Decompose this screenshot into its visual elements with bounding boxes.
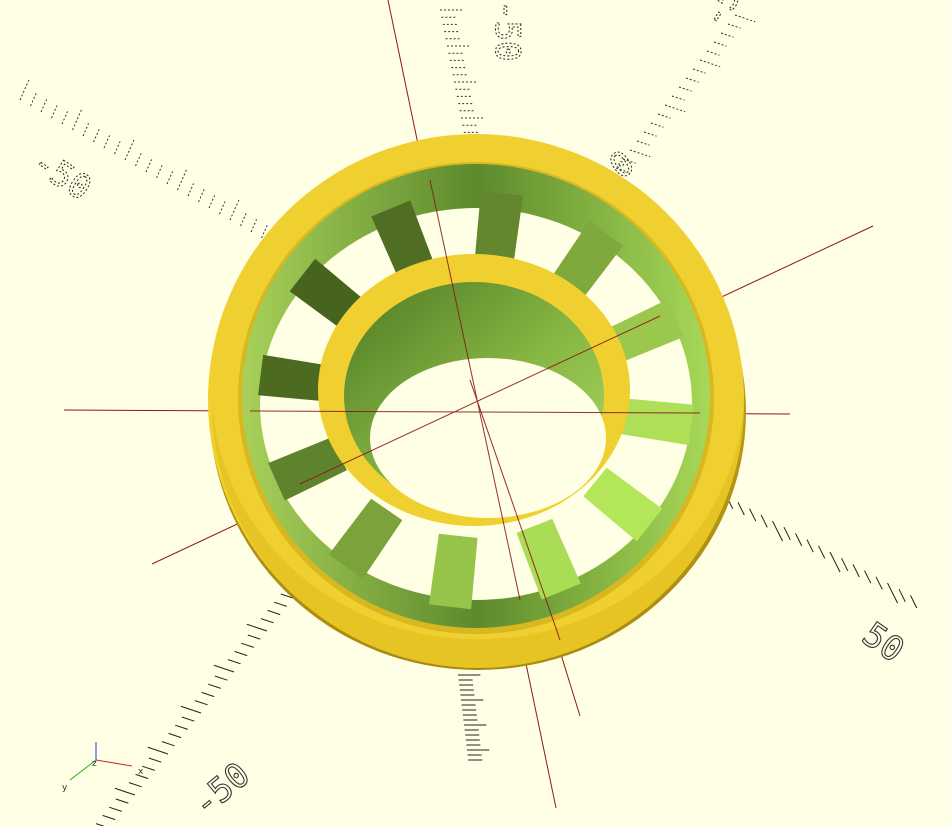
scale-tick-lower-left bbox=[227, 659, 241, 665]
scale-tick-upper-right bbox=[664, 104, 686, 113]
scale-tick-lower-left bbox=[234, 650, 248, 657]
scale-tick-lower-right bbox=[760, 514, 768, 528]
scale-tick-upper-left bbox=[124, 139, 135, 161]
scale-tick-upper-left bbox=[229, 199, 240, 221]
scale-tick-lower-right bbox=[772, 520, 784, 542]
scale-tick-upper-left bbox=[51, 105, 58, 119]
scale-tick-lower-left bbox=[147, 746, 169, 755]
scale-tick-upper-left bbox=[19, 79, 30, 101]
scale-tick-lower-left bbox=[208, 683, 221, 689]
scale-tick-lower-right bbox=[841, 557, 849, 572]
scale-tick-lower-right bbox=[783, 526, 791, 541]
scale-tick-upper-left bbox=[198, 189, 205, 203]
scale-tick-lower-right bbox=[829, 551, 841, 573]
scale-tick-upper-right bbox=[678, 86, 692, 92]
scale-tick-lower-left bbox=[142, 765, 155, 771]
scale-tick-upper-left bbox=[114, 141, 121, 155]
scale-tick-lower-left bbox=[114, 787, 136, 796]
scale-tick-upper-left bbox=[177, 169, 187, 191]
scale-tick-upper-left bbox=[145, 159, 153, 173]
scale-tick-lower-right bbox=[910, 595, 918, 609]
scale-tick-lower-left bbox=[181, 716, 195, 722]
scale-tick-lower-left bbox=[168, 732, 182, 739]
scale-tick-upper-right bbox=[650, 122, 664, 128]
gizmo-z-label: z bbox=[92, 759, 97, 769]
scale-tick-upper-left bbox=[61, 111, 69, 125]
gizmo-y-label: y bbox=[62, 783, 68, 793]
scale-label-upper-right: -50 bbox=[694, 0, 760, 35]
scale-tick-lower-left bbox=[194, 700, 208, 706]
scale-tick-upper-left bbox=[72, 109, 82, 131]
scale-tick-lower-left bbox=[115, 798, 129, 804]
scale-tick-upper-right bbox=[692, 68, 706, 74]
scale-tick-upper-right bbox=[671, 95, 685, 101]
scale-tick-lower-right bbox=[864, 570, 872, 584]
scale-tick-lower-left bbox=[109, 806, 122, 812]
scale-tick-lower-left bbox=[267, 609, 281, 616]
scale-tick-lower-left bbox=[214, 675, 228, 681]
scale-tick-lower-left bbox=[213, 664, 235, 673]
3d-viewport[interactable]: 50 -50 -50 -50 -50 0 bbox=[0, 0, 951, 826]
scale-tick-upper-left bbox=[240, 213, 247, 227]
scale-tick-upper-right bbox=[629, 149, 651, 158]
scene-canvas[interactable]: 50 -50 -50 -50 -50 0 bbox=[0, 0, 951, 826]
scale-tick-lower-left bbox=[247, 634, 261, 640]
scale-label-lower-right: 50 bbox=[855, 615, 911, 671]
scale-tick-upper-left bbox=[208, 195, 216, 209]
scale-tick-upper-right bbox=[643, 131, 657, 137]
scale-tick-upper-right bbox=[636, 140, 650, 146]
scale-tick-lower-right bbox=[737, 502, 745, 516]
scale-tick-lower-right bbox=[898, 588, 906, 603]
scale-tick-upper-left bbox=[30, 93, 37, 107]
scale-tick-lower-left bbox=[241, 642, 254, 648]
scale-tick-upper-right bbox=[685, 77, 699, 83]
scale-tick-lower-left bbox=[260, 618, 274, 624]
scale-tick-upper-left bbox=[82, 123, 90, 137]
scale-tick-lower-left bbox=[180, 705, 202, 714]
scale-tick-upper-left bbox=[135, 153, 142, 167]
scale-tick-upper-right bbox=[706, 50, 720, 56]
scale-tick-lower-left bbox=[148, 757, 162, 763]
scale-tick-lower-left bbox=[175, 724, 188, 730]
scale-tick-lower-right bbox=[795, 533, 803, 547]
scale-tick-lower-left bbox=[246, 623, 268, 632]
scale-tick-lower-left bbox=[102, 814, 116, 821]
scale-tick-lower-left bbox=[274, 601, 287, 607]
scale-tick-upper-left bbox=[156, 165, 163, 179]
gizmo-x-line bbox=[95, 759, 133, 767]
scale-tick-upper-left bbox=[250, 219, 258, 233]
scale-label-lower-left: -50 bbox=[185, 755, 258, 825]
scale-tick-lower-left bbox=[128, 782, 142, 788]
scale-tick-upper-left bbox=[219, 201, 226, 215]
gizmo-x-label: x bbox=[138, 767, 144, 777]
scale-tick-upper-left bbox=[166, 171, 174, 185]
scale-label-top-vertical: -50 bbox=[487, 0, 527, 61]
axis-gizmo: x y z bbox=[62, 742, 144, 793]
scale-tick-upper-left bbox=[187, 183, 195, 197]
scale-tick-upper-right bbox=[657, 113, 671, 119]
scale-tick-upper-right bbox=[699, 59, 721, 68]
scale-tick-upper-left bbox=[40, 99, 48, 113]
scale-label-upper-left: -50 bbox=[25, 142, 98, 209]
scale-tick-lower-left bbox=[161, 741, 175, 747]
scale-tick-upper-left bbox=[103, 135, 111, 149]
scale-tick-lower-right bbox=[818, 545, 826, 559]
scale-tick-upper-left bbox=[93, 129, 100, 143]
ring-gear-model[interactable] bbox=[208, 134, 746, 670]
scale-tick-lower-right bbox=[875, 576, 883, 590]
scale-tick-lower-right bbox=[806, 539, 814, 553]
scale-tick-lower-right bbox=[887, 582, 899, 604]
scale-tick-lower-left bbox=[201, 691, 215, 698]
scale-tick-lower-right bbox=[749, 508, 757, 522]
scale-tick-lower-right bbox=[852, 564, 860, 578]
scale-tick-upper-right bbox=[713, 41, 727, 47]
hub-opening bbox=[370, 358, 606, 518]
